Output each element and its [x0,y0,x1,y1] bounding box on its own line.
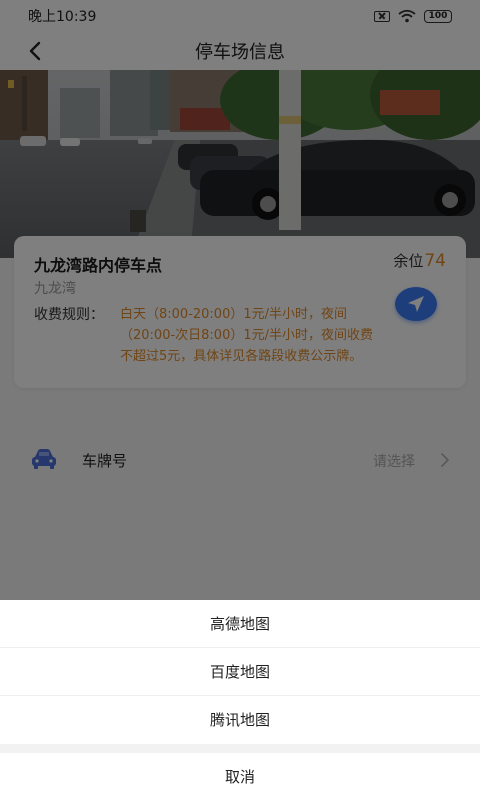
cancel-button[interactable]: 取消 [0,753,480,800]
tencent-map-option[interactable]: 腾讯地图 [0,696,480,744]
sheet-gap [0,744,480,753]
baidu-map-option[interactable]: 百度地图 [0,648,480,696]
amap-option[interactable]: 高德地图 [0,600,480,648]
map-chooser-sheet: 高德地图 百度地图 腾讯地图 取消 [0,600,480,800]
